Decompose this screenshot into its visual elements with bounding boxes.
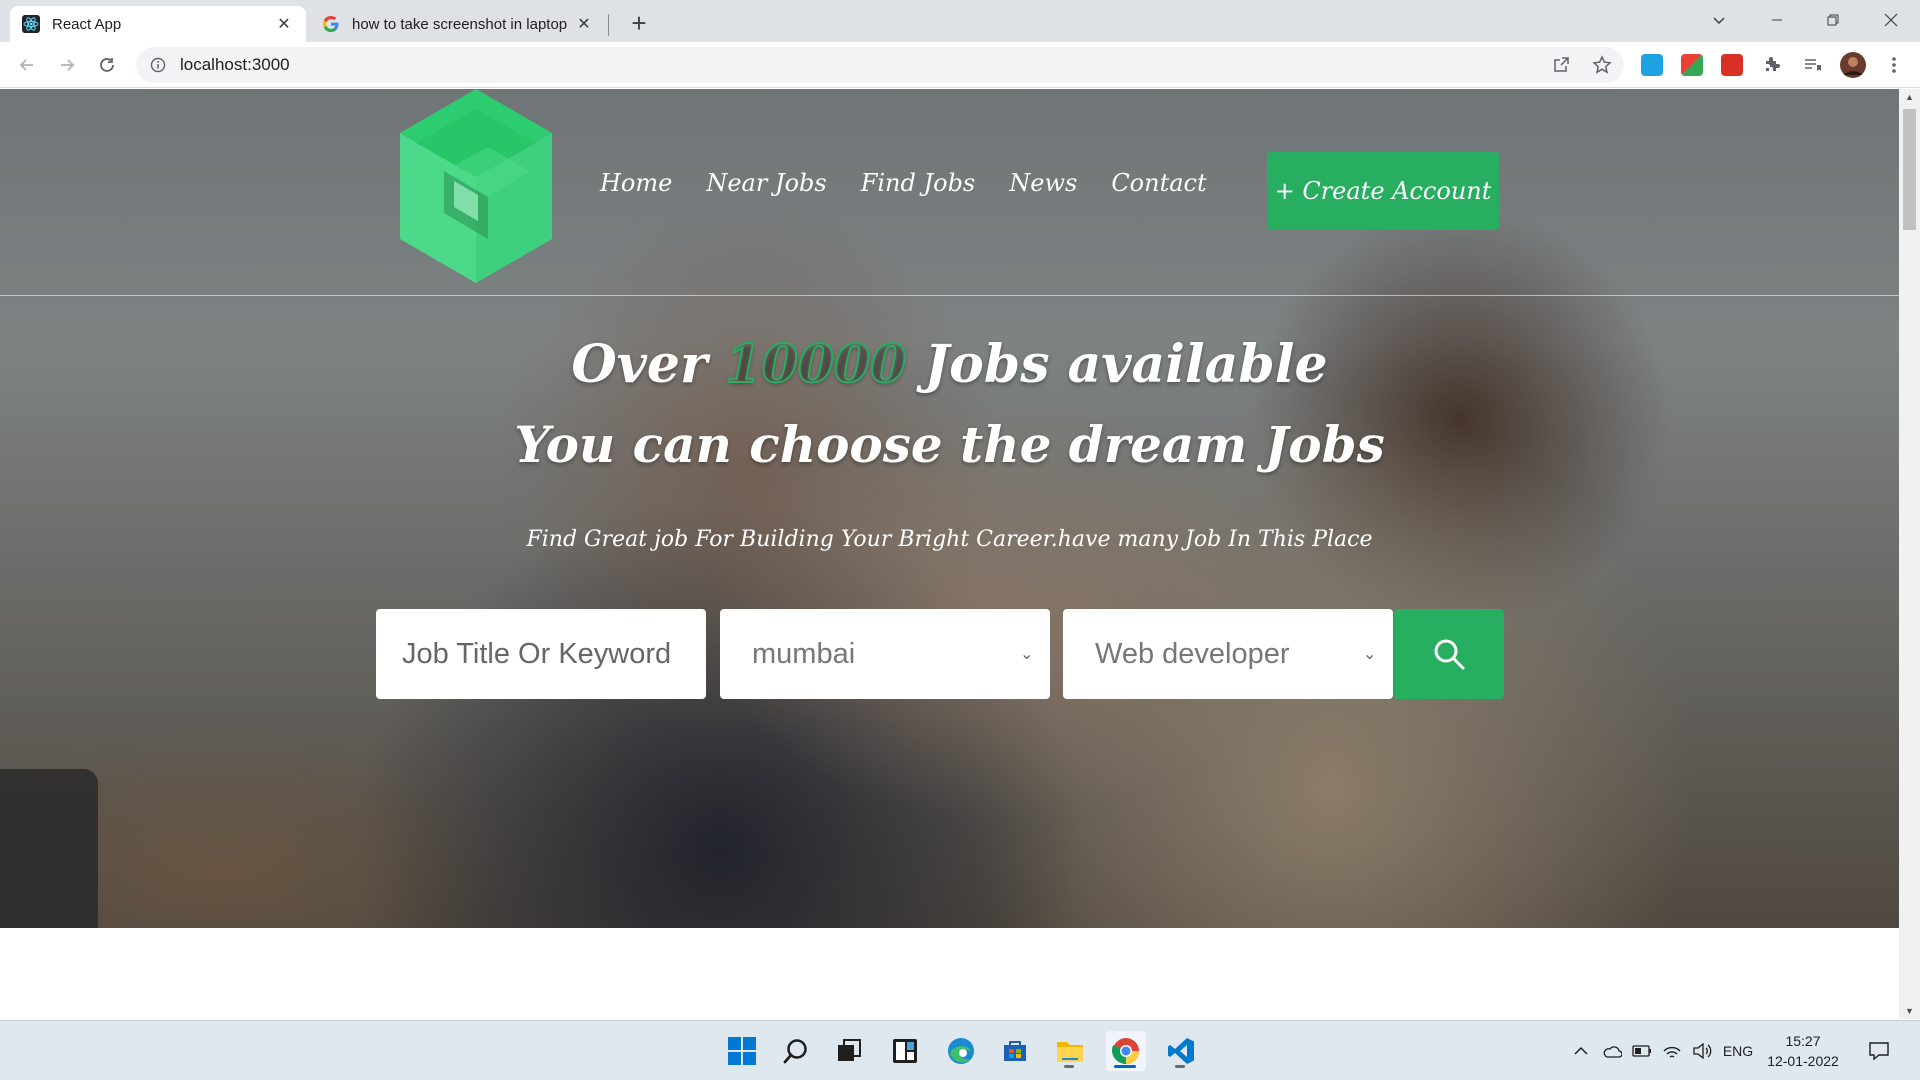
reload-icon[interactable] (92, 50, 122, 80)
hero-tagline: Find Great job For Building Your Bright … (526, 527, 1373, 552)
running-indicator (1175, 1065, 1185, 1068)
hero-subheadline: You can choose the dream Jobs (514, 415, 1385, 474)
tab-title: how to take screenshot in laptop (352, 15, 568, 33)
profile-avatar[interactable] (1835, 47, 1871, 83)
headline-prefix: Over (571, 334, 726, 395)
headline-suffix: Jobs available (906, 334, 1328, 395)
hero-headline: Over 10000 Jobs available (0, 333, 1899, 396)
chevron-down-icon: ⌄ (1020, 646, 1034, 663)
tab-google-search[interactable]: how to take screenshot in laptop ✕ (310, 6, 606, 42)
nav-near-jobs[interactable]: Near Jobs (706, 169, 826, 197)
wifi-icon[interactable] (1660, 1039, 1684, 1063)
category-value: Web developer (1095, 637, 1290, 670)
chrome-icon[interactable] (1106, 1031, 1146, 1071)
extension-colorful-icon[interactable] (1681, 54, 1703, 76)
browser-toolbar: localhost:3000 (0, 42, 1920, 88)
jobs-count: 10000 (725, 333, 908, 396)
react-favicon-icon (22, 15, 40, 33)
back-arrow-icon[interactable] (12, 50, 42, 80)
chrome-menu-icon[interactable] (1876, 47, 1912, 83)
system-clock[interactable]: 15:27 12-01-2022 (1758, 1031, 1848, 1071)
vscode-icon[interactable] (1161, 1031, 1201, 1071)
close-icon[interactable]: ✕ (274, 14, 294, 34)
category-select[interactable]: Web developer ⌄ (1063, 609, 1393, 699)
site-logo-icon[interactable] (396, 89, 556, 283)
reading-list-icon[interactable] (1794, 47, 1830, 83)
page-scrollbar[interactable]: ▲ ▼ (1899, 89, 1920, 1019)
scrollbar-thumb[interactable] (1903, 109, 1916, 230)
running-indicator (1064, 1065, 1074, 1068)
onedrive-icon[interactable] (1600, 1039, 1624, 1063)
tab-search-chevron-down-icon[interactable] (1694, 0, 1744, 40)
nav-home[interactable]: Home (600, 169, 672, 197)
hero-section: Home Near Jobs Find Jobs News Contact + … (0, 89, 1899, 928)
main-nav: Home Near Jobs Find Jobs News Contact (600, 169, 1207, 197)
tab-separator (608, 14, 609, 36)
restore-button[interactable] (1808, 0, 1858, 40)
task-view-icon[interactable] (829, 1031, 869, 1071)
windows-taskbar: ENG 15:27 12-01-2022 (0, 1020, 1920, 1080)
forward-arrow-icon[interactable] (52, 50, 82, 80)
search-icon (1434, 639, 1465, 670)
url-text: localhost:3000 (180, 55, 290, 74)
scroll-up-arrow-icon[interactable]: ▲ (1899, 89, 1920, 105)
battery-icon[interactable] (1630, 1039, 1654, 1063)
nav-find-jobs[interactable]: Find Jobs (861, 169, 976, 197)
tab-react-app[interactable]: React App ✕ (10, 6, 306, 42)
extension-pen-icon[interactable] (1641, 54, 1663, 76)
location-value: mumbai (752, 637, 856, 670)
chevron-down-icon: ⌄ (1363, 646, 1377, 663)
extension-red-icon[interactable] (1721, 54, 1743, 76)
minimize-button[interactable] (1752, 0, 1802, 40)
location-select[interactable]: mumbai ⌄ (720, 609, 1050, 699)
create-account-button[interactable]: + Create Account (1267, 152, 1499, 230)
browser-tab-strip: React App ✕ how to take screenshot in la… (0, 0, 1920, 42)
close-window-button[interactable] (1866, 0, 1916, 40)
close-icon[interactable]: ✕ (574, 14, 594, 34)
widgets-icon[interactable] (885, 1031, 925, 1071)
edge-icon[interactable] (941, 1031, 981, 1071)
language-indicator[interactable]: ENG (1720, 1039, 1756, 1063)
extensions-puzzle-icon[interactable] (1754, 47, 1790, 83)
nav-contact[interactable]: Contact (1111, 169, 1206, 197)
google-favicon-icon (322, 15, 340, 33)
start-icon[interactable] (722, 1031, 762, 1071)
nav-news[interactable]: News (1009, 169, 1077, 197)
page-viewport: Home Near Jobs Find Jobs News Contact + … (0, 89, 1899, 1019)
clock-time: 15:27 (1785, 1033, 1821, 1049)
bookmark-star-icon[interactable] (1584, 47, 1620, 83)
background-mug (0, 769, 98, 928)
notifications-icon[interactable] (1866, 1039, 1892, 1063)
new-tab-button[interactable]: + (624, 8, 654, 38)
tab-title: React App (52, 15, 122, 33)
keyword-field-box (376, 609, 706, 699)
file-explorer-icon[interactable] (1050, 1031, 1090, 1071)
search-icon[interactable] (776, 1031, 816, 1071)
site-info-icon[interactable] (148, 55, 168, 75)
keyword-input[interactable] (376, 637, 706, 671)
header-divider (0, 295, 1899, 296)
address-bar[interactable]: localhost:3000 (136, 47, 1624, 83)
search-button[interactable] (1394, 609, 1504, 699)
scroll-down-arrow-icon[interactable]: ▼ (1899, 1003, 1920, 1019)
show-hidden-icons-chevron-up-icon[interactable] (1570, 1039, 1592, 1063)
active-indicator (1114, 1065, 1136, 1068)
volume-icon[interactable] (1690, 1039, 1714, 1063)
store-icon[interactable] (995, 1031, 1035, 1071)
clock-date: 12-01-2022 (1767, 1053, 1839, 1069)
share-icon[interactable] (1543, 47, 1579, 83)
